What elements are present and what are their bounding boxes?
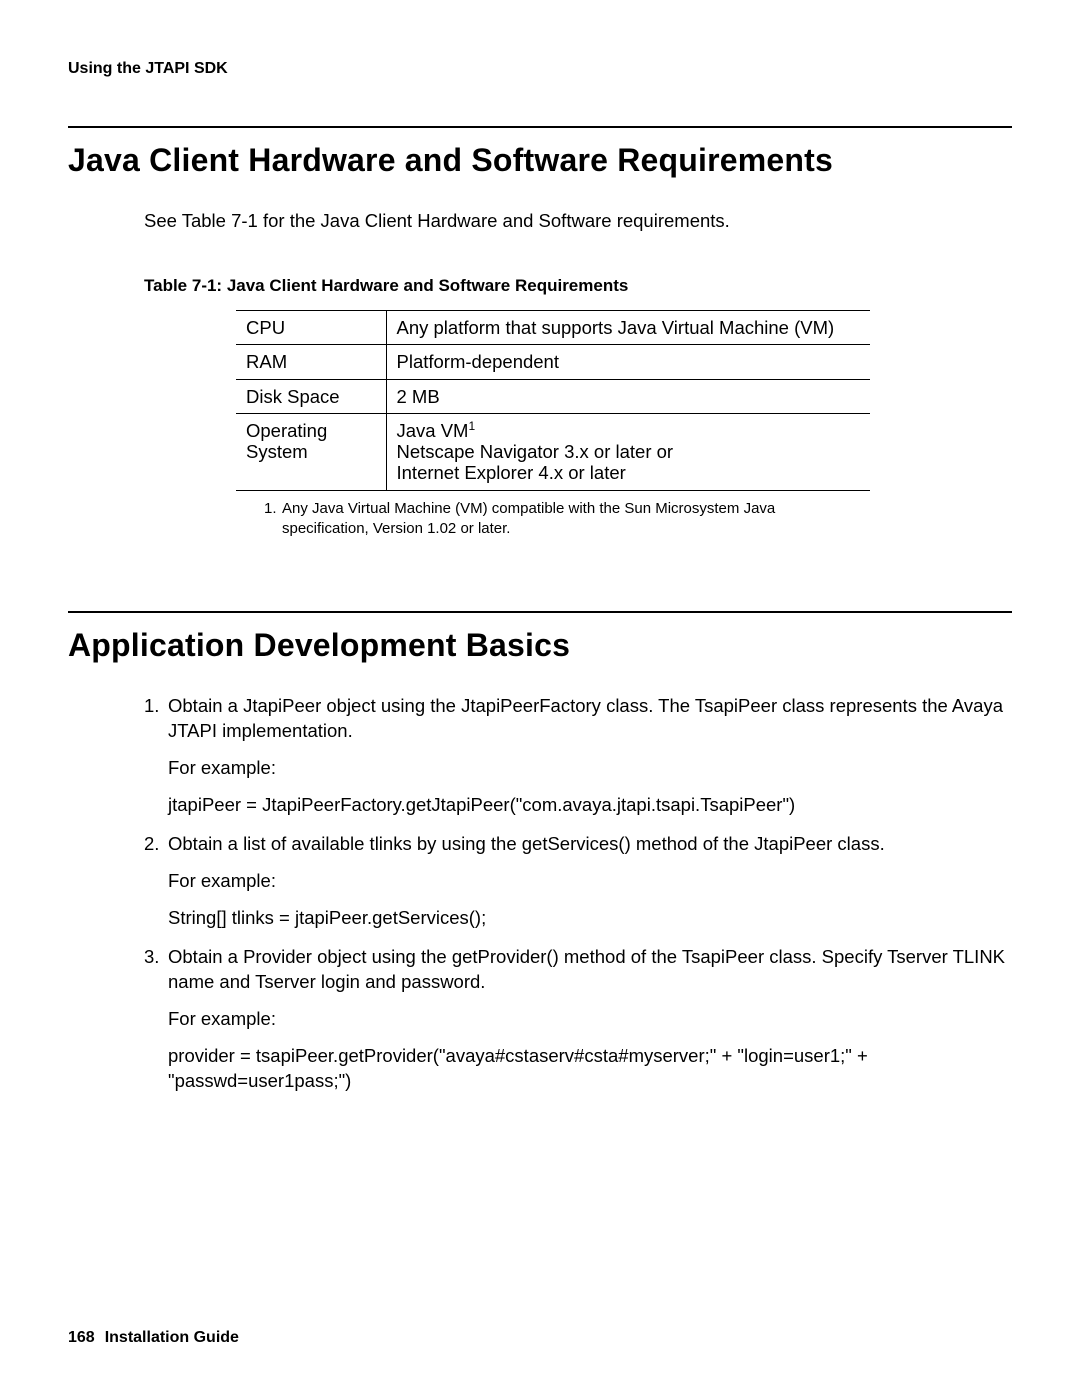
section-rule	[68, 126, 1012, 128]
list-item: 3. Obtain a Provider object using the ge…	[144, 945, 1012, 1094]
table-row: Operating System Java VM1 Netscape Navig…	[236, 413, 870, 490]
footnote-number: 1.	[264, 499, 282, 519]
example-code: provider = tsapiPeer.getProvider("avaya#…	[168, 1044, 1012, 1094]
page-number: 168	[68, 1329, 95, 1346]
example-code: jtapiPeer = JtapiPeerFactory.getJtapiPee…	[168, 793, 1012, 818]
example-label: For example:	[168, 869, 1012, 894]
section2-title: Application Development Basics	[68, 627, 1012, 664]
section1-intro: See Table 7-1 for the Java Client Hardwa…	[144, 209, 1012, 234]
step-number: 1.	[144, 694, 168, 818]
page-footer: 168 Installation Guide	[68, 1329, 239, 1347]
table-cell-value: 2 MB	[386, 379, 870, 413]
step-body: Obtain a list of available tlinks by usi…	[168, 832, 1012, 857]
section-rule	[68, 611, 1012, 613]
table-cell-key: RAM	[236, 345, 386, 379]
section1-title: Java Client Hardware and Software Requir…	[68, 142, 1012, 179]
example-label: For example:	[168, 756, 1012, 781]
table-row: Disk Space 2 MB	[236, 379, 870, 413]
table-row: RAM Platform-dependent	[236, 345, 870, 379]
step-body: Obtain a Provider object using the getPr…	[168, 945, 1012, 995]
os-line1-sup: 1	[468, 419, 475, 433]
table-cell-key: Disk Space	[236, 379, 386, 413]
example-code: String[] tlinks = jtapiPeer.getServices(…	[168, 906, 1012, 931]
table-cell-value: Java VM1 Netscape Navigator 3.x or later…	[386, 413, 870, 490]
table-footnote: 1.Any Java Virtual Machine (VM) compatib…	[264, 499, 864, 540]
footnote-text-line1: Any Java Virtual Machine (VM) compatible…	[282, 500, 775, 517]
table-cell-key: Operating System	[236, 413, 386, 490]
list-item: 1. Obtain a JtapiPeer object using the J…	[144, 694, 1012, 818]
running-head: Using the JTAPI SDK	[68, 60, 1012, 78]
table-row: CPU Any platform that supports Java Virt…	[236, 310, 870, 344]
table-caption: Table 7-1: Java Client Hardware and Soft…	[144, 276, 1012, 296]
os-line2: Netscape Navigator 3.x or later or	[397, 441, 674, 462]
table-cell-key: CPU	[236, 310, 386, 344]
steps-list: 1. Obtain a JtapiPeer object using the J…	[144, 694, 1012, 1094]
requirements-table: CPU Any platform that supports Java Virt…	[236, 310, 870, 491]
table-cell-value: Platform-dependent	[386, 345, 870, 379]
step-number: 2.	[144, 832, 168, 931]
os-line1-prefix: Java VM	[397, 420, 469, 441]
footnote-text-line2: specification, Version 1.02 or later.	[282, 519, 510, 539]
example-label: For example:	[168, 1007, 1012, 1032]
step-body: Obtain a JtapiPeer object using the Jtap…	[168, 694, 1012, 744]
list-item: 2. Obtain a list of available tlinks by …	[144, 832, 1012, 931]
step-number: 3.	[144, 945, 168, 1094]
doc-title: Installation Guide	[105, 1329, 239, 1346]
table-cell-value: Any platform that supports Java Virtual …	[386, 310, 870, 344]
os-line3: Internet Explorer 4.x or later	[397, 462, 626, 483]
